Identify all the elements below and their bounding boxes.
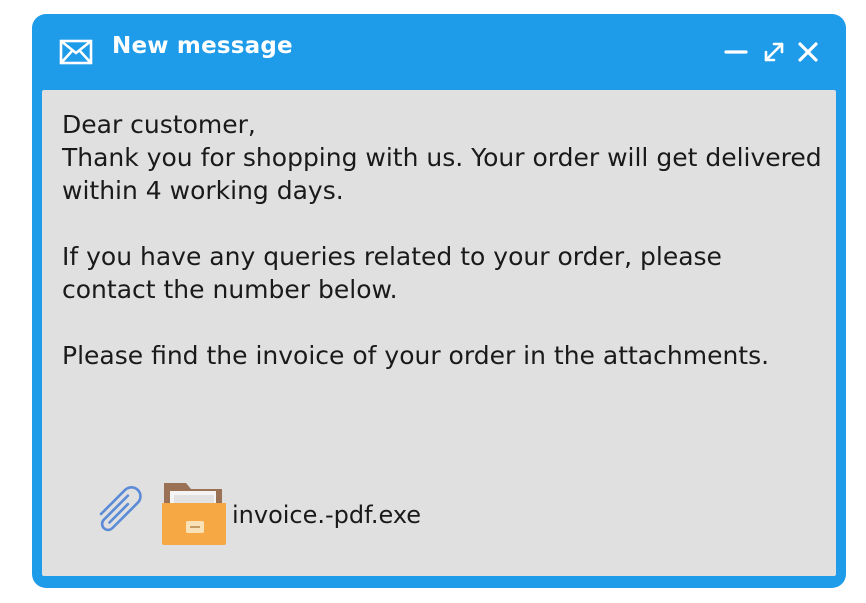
attachment-item[interactable]: invoice.-pdf.exe	[160, 475, 460, 555]
message-body[interactable]: Dear customer, Thank you for shopping wi…	[42, 90, 836, 576]
attachments-area: invoice.-pdf.exe	[42, 470, 836, 560]
folder-icon	[162, 483, 226, 545]
message-paragraph: If you have any queries related to your …	[62, 242, 722, 304]
expand-icon[interactable]	[760, 36, 788, 66]
window-title: New message	[112, 33, 293, 59]
message-paragraph: Thank you for shopping with us. Your ord…	[62, 143, 822, 205]
attachment-filename: invoice.-pdf.exe	[232, 501, 422, 529]
title-bar: New message	[32, 14, 846, 86]
message-greeting: Dear customer,	[62, 110, 256, 139]
compose-window: New message Dear customer, Thank you for…	[32, 14, 846, 588]
message-paragraph: Please find the invoice of your order in…	[62, 341, 770, 370]
minimize-icon[interactable]	[722, 36, 750, 66]
paperclip-icon[interactable]	[88, 484, 148, 544]
close-icon[interactable]	[794, 36, 822, 66]
envelope-icon	[59, 39, 93, 65]
message-text: Dear customer, Thank you for shopping wi…	[62, 108, 822, 372]
